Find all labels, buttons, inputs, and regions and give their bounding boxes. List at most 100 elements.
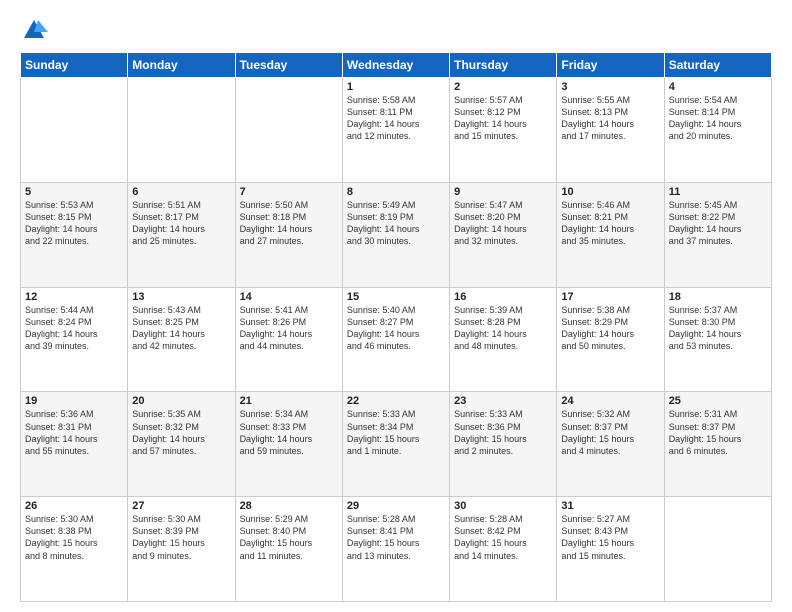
day-number: 5 <box>25 186 123 198</box>
day-number: 25 <box>669 395 767 407</box>
day-info: Sunrise: 5:29 AM Sunset: 8:40 PM Dayligh… <box>240 513 338 562</box>
calendar-week-4: 26Sunrise: 5:30 AM Sunset: 8:38 PM Dayli… <box>21 497 772 602</box>
day-number: 15 <box>347 291 445 303</box>
calendar-header-monday: Monday <box>128 53 235 78</box>
calendar-cell: 19Sunrise: 5:36 AM Sunset: 8:31 PM Dayli… <box>21 392 128 497</box>
calendar-cell: 6Sunrise: 5:51 AM Sunset: 8:17 PM Daylig… <box>128 182 235 287</box>
day-number: 26 <box>25 500 123 512</box>
calendar-week-3: 19Sunrise: 5:36 AM Sunset: 8:31 PM Dayli… <box>21 392 772 497</box>
calendar-cell: 28Sunrise: 5:29 AM Sunset: 8:40 PM Dayli… <box>235 497 342 602</box>
page: SundayMondayTuesdayWednesdayThursdayFrid… <box>0 0 792 612</box>
day-number: 29 <box>347 500 445 512</box>
day-info: Sunrise: 5:58 AM Sunset: 8:11 PM Dayligh… <box>347 94 445 143</box>
calendar-cell: 30Sunrise: 5:28 AM Sunset: 8:42 PM Dayli… <box>450 497 557 602</box>
day-number: 9 <box>454 186 552 198</box>
day-number: 23 <box>454 395 552 407</box>
calendar-header-row: SundayMondayTuesdayWednesdayThursdayFrid… <box>21 53 772 78</box>
day-number: 24 <box>561 395 659 407</box>
calendar-cell <box>21 78 128 183</box>
day-info: Sunrise: 5:49 AM Sunset: 8:19 PM Dayligh… <box>347 199 445 248</box>
day-info: Sunrise: 5:37 AM Sunset: 8:30 PM Dayligh… <box>669 304 767 353</box>
day-number: 3 <box>561 81 659 93</box>
day-info: Sunrise: 5:36 AM Sunset: 8:31 PM Dayligh… <box>25 408 123 457</box>
calendar-cell: 25Sunrise: 5:31 AM Sunset: 8:37 PM Dayli… <box>664 392 771 497</box>
calendar-week-0: 1Sunrise: 5:58 AM Sunset: 8:11 PM Daylig… <box>21 78 772 183</box>
header <box>20 16 772 44</box>
day-number: 1 <box>347 81 445 93</box>
day-number: 11 <box>669 186 767 198</box>
day-number: 28 <box>240 500 338 512</box>
calendar-cell: 23Sunrise: 5:33 AM Sunset: 8:36 PM Dayli… <box>450 392 557 497</box>
day-info: Sunrise: 5:43 AM Sunset: 8:25 PM Dayligh… <box>132 304 230 353</box>
day-number: 10 <box>561 186 659 198</box>
calendar-cell: 11Sunrise: 5:45 AM Sunset: 8:22 PM Dayli… <box>664 182 771 287</box>
day-info: Sunrise: 5:33 AM Sunset: 8:36 PM Dayligh… <box>454 408 552 457</box>
calendar-cell: 14Sunrise: 5:41 AM Sunset: 8:26 PM Dayli… <box>235 287 342 392</box>
day-info: Sunrise: 5:27 AM Sunset: 8:43 PM Dayligh… <box>561 513 659 562</box>
day-number: 18 <box>669 291 767 303</box>
day-number: 8 <box>347 186 445 198</box>
calendar-cell: 5Sunrise: 5:53 AM Sunset: 8:15 PM Daylig… <box>21 182 128 287</box>
calendar-cell: 1Sunrise: 5:58 AM Sunset: 8:11 PM Daylig… <box>342 78 449 183</box>
day-info: Sunrise: 5:41 AM Sunset: 8:26 PM Dayligh… <box>240 304 338 353</box>
calendar-cell: 29Sunrise: 5:28 AM Sunset: 8:41 PM Dayli… <box>342 497 449 602</box>
calendar-cell: 9Sunrise: 5:47 AM Sunset: 8:20 PM Daylig… <box>450 182 557 287</box>
day-number: 14 <box>240 291 338 303</box>
calendar-cell: 8Sunrise: 5:49 AM Sunset: 8:19 PM Daylig… <box>342 182 449 287</box>
day-info: Sunrise: 5:39 AM Sunset: 8:28 PM Dayligh… <box>454 304 552 353</box>
day-number: 30 <box>454 500 552 512</box>
logo <box>20 16 52 44</box>
day-info: Sunrise: 5:40 AM Sunset: 8:27 PM Dayligh… <box>347 304 445 353</box>
calendar-cell: 26Sunrise: 5:30 AM Sunset: 8:38 PM Dayli… <box>21 497 128 602</box>
calendar-cell: 24Sunrise: 5:32 AM Sunset: 8:37 PM Dayli… <box>557 392 664 497</box>
day-number: 20 <box>132 395 230 407</box>
day-info: Sunrise: 5:33 AM Sunset: 8:34 PM Dayligh… <box>347 408 445 457</box>
day-info: Sunrise: 5:53 AM Sunset: 8:15 PM Dayligh… <box>25 199 123 248</box>
calendar-table: SundayMondayTuesdayWednesdayThursdayFrid… <box>20 52 772 602</box>
day-info: Sunrise: 5:50 AM Sunset: 8:18 PM Dayligh… <box>240 199 338 248</box>
day-number: 12 <box>25 291 123 303</box>
day-number: 21 <box>240 395 338 407</box>
day-number: 27 <box>132 500 230 512</box>
day-info: Sunrise: 5:46 AM Sunset: 8:21 PM Dayligh… <box>561 199 659 248</box>
calendar-header-sunday: Sunday <box>21 53 128 78</box>
day-number: 31 <box>561 500 659 512</box>
day-info: Sunrise: 5:32 AM Sunset: 8:37 PM Dayligh… <box>561 408 659 457</box>
day-info: Sunrise: 5:54 AM Sunset: 8:14 PM Dayligh… <box>669 94 767 143</box>
day-number: 22 <box>347 395 445 407</box>
day-number: 17 <box>561 291 659 303</box>
calendar-header-wednesday: Wednesday <box>342 53 449 78</box>
calendar-week-1: 5Sunrise: 5:53 AM Sunset: 8:15 PM Daylig… <box>21 182 772 287</box>
day-info: Sunrise: 5:45 AM Sunset: 8:22 PM Dayligh… <box>669 199 767 248</box>
calendar-header-saturday: Saturday <box>664 53 771 78</box>
day-number: 2 <box>454 81 552 93</box>
day-number: 4 <box>669 81 767 93</box>
calendar-cell: 2Sunrise: 5:57 AM Sunset: 8:12 PM Daylig… <box>450 78 557 183</box>
calendar-header-friday: Friday <box>557 53 664 78</box>
calendar-week-2: 12Sunrise: 5:44 AM Sunset: 8:24 PM Dayli… <box>21 287 772 392</box>
calendar-cell: 10Sunrise: 5:46 AM Sunset: 8:21 PM Dayli… <box>557 182 664 287</box>
day-info: Sunrise: 5:47 AM Sunset: 8:20 PM Dayligh… <box>454 199 552 248</box>
day-number: 16 <box>454 291 552 303</box>
calendar-cell <box>128 78 235 183</box>
calendar-cell: 21Sunrise: 5:34 AM Sunset: 8:33 PM Dayli… <box>235 392 342 497</box>
calendar-cell: 3Sunrise: 5:55 AM Sunset: 8:13 PM Daylig… <box>557 78 664 183</box>
calendar-cell: 12Sunrise: 5:44 AM Sunset: 8:24 PM Dayli… <box>21 287 128 392</box>
calendar-cell: 4Sunrise: 5:54 AM Sunset: 8:14 PM Daylig… <box>664 78 771 183</box>
calendar-cell <box>664 497 771 602</box>
calendar-cell: 18Sunrise: 5:37 AM Sunset: 8:30 PM Dayli… <box>664 287 771 392</box>
day-number: 6 <box>132 186 230 198</box>
day-number: 7 <box>240 186 338 198</box>
day-info: Sunrise: 5:57 AM Sunset: 8:12 PM Dayligh… <box>454 94 552 143</box>
day-info: Sunrise: 5:35 AM Sunset: 8:32 PM Dayligh… <box>132 408 230 457</box>
day-info: Sunrise: 5:34 AM Sunset: 8:33 PM Dayligh… <box>240 408 338 457</box>
calendar-header-thursday: Thursday <box>450 53 557 78</box>
day-info: Sunrise: 5:51 AM Sunset: 8:17 PM Dayligh… <box>132 199 230 248</box>
day-info: Sunrise: 5:38 AM Sunset: 8:29 PM Dayligh… <box>561 304 659 353</box>
day-info: Sunrise: 5:28 AM Sunset: 8:42 PM Dayligh… <box>454 513 552 562</box>
calendar-cell: 31Sunrise: 5:27 AM Sunset: 8:43 PM Dayli… <box>557 497 664 602</box>
calendar-cell <box>235 78 342 183</box>
calendar-cell: 17Sunrise: 5:38 AM Sunset: 8:29 PM Dayli… <box>557 287 664 392</box>
calendar-cell: 22Sunrise: 5:33 AM Sunset: 8:34 PM Dayli… <box>342 392 449 497</box>
day-info: Sunrise: 5:30 AM Sunset: 8:39 PM Dayligh… <box>132 513 230 562</box>
